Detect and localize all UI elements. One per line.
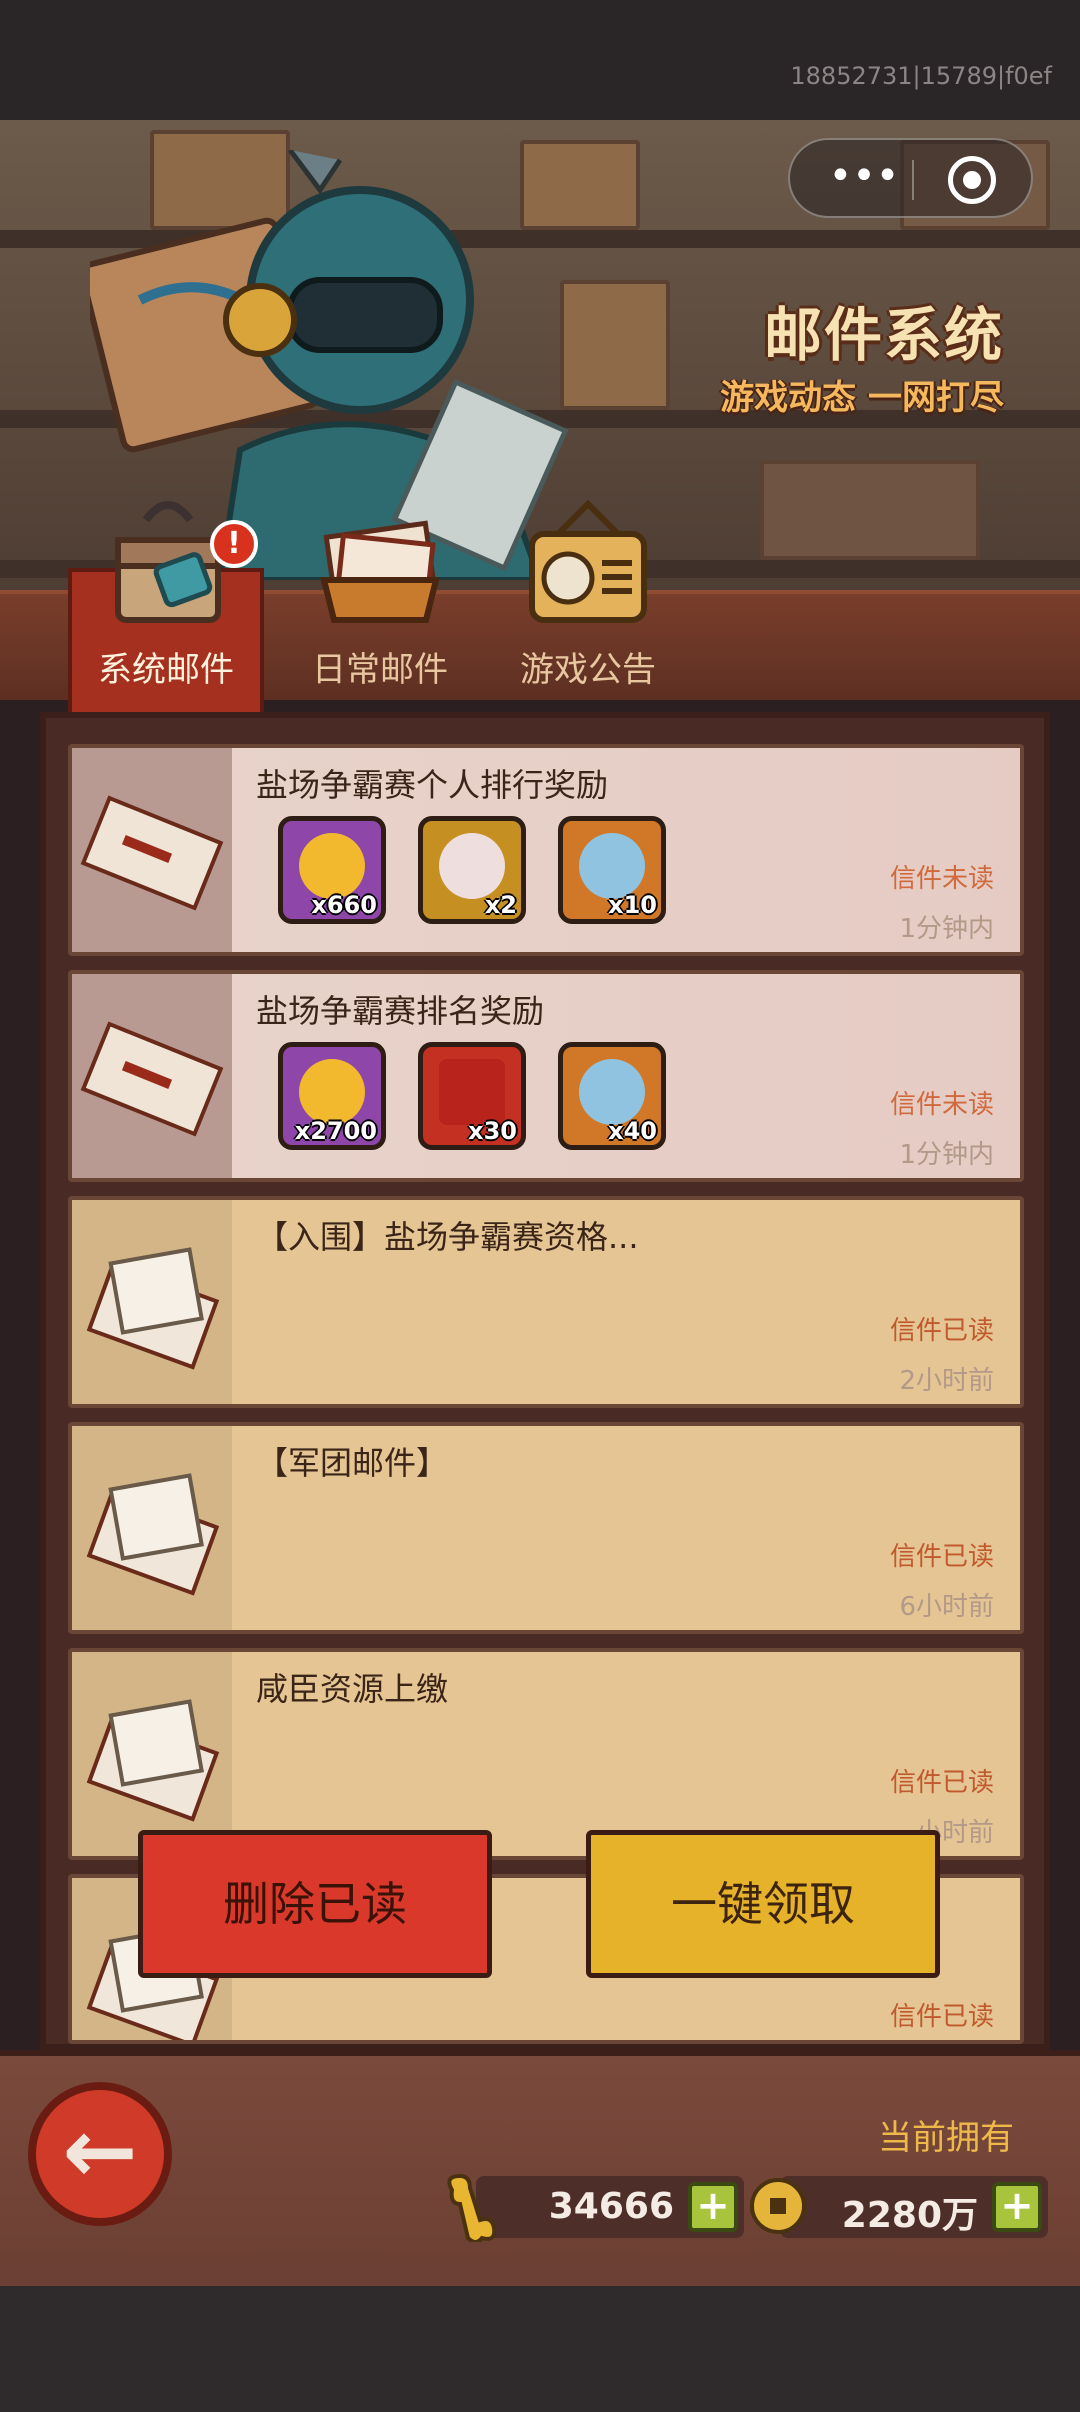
- mail-item[interactable]: 咸臣资源上缴 信件已读 小时前: [68, 1648, 1024, 1860]
- mail-title: 【军团邮件】: [256, 1444, 449, 1482]
- tab-daily-mail[interactable]: 日常邮件: [280, 490, 480, 710]
- reward-item[interactable]: x2700: [278, 1042, 386, 1150]
- mail-status: 信件未读: [889, 864, 994, 894]
- mail-time: 2小时前: [899, 1366, 994, 1396]
- radio-icon: [529, 499, 647, 623]
- status-area: 18852731|15789|f0ef: [0, 0, 1080, 120]
- reward-count: x30: [468, 1117, 517, 1145]
- claim-all-button[interactable]: 一键领取: [586, 1830, 940, 1978]
- reward-count: x2: [484, 891, 517, 919]
- system-footer: [0, 2286, 1080, 2412]
- open-envelope-icon: [72, 1426, 232, 1630]
- mail-time: 1分钟内: [899, 1140, 994, 1170]
- open-envelope-icon: [72, 1652, 232, 1856]
- reward-count: x2700: [294, 1117, 377, 1145]
- red-chest-icon: [439, 1059, 505, 1125]
- mail-title: 【入围】盐场争霸赛资格...: [256, 1218, 639, 1256]
- mail-item[interactable]: 盐场争霸赛排名奖励 x2700 x30 x40 信件未读 1分钟内: [68, 970, 1024, 1182]
- reward-item[interactable]: x40: [558, 1042, 666, 1150]
- mail-status: 信件已读: [889, 2002, 994, 2032]
- reward-count: x660: [311, 891, 377, 919]
- mail-time: 1分钟内: [899, 914, 994, 944]
- capsule-divider: [912, 160, 914, 200]
- tab-game-notice[interactable]: 游戏公告: [488, 490, 688, 710]
- reward-item[interactable]: x2: [418, 816, 526, 924]
- open-envelope-icon: [72, 1200, 232, 1404]
- reward-count: x40: [608, 1117, 657, 1145]
- more-dots-icon[interactable]: •••: [824, 156, 904, 198]
- add-resource-button[interactable]: +: [688, 2182, 738, 2232]
- miniprogram-capsule: •••: [788, 138, 1033, 218]
- mail-status: 信件已读: [889, 1542, 994, 1572]
- resource-value: 34666: [548, 2186, 674, 2227]
- banner-subtitle: 游戏动态 一网打尽: [720, 378, 1004, 418]
- gold-coin-icon: [299, 833, 365, 899]
- reward-item[interactable]: x660: [278, 816, 386, 924]
- mail-title: 盐场争霸赛排名奖励: [256, 992, 545, 1030]
- mail-screen: 18852731|15789|f0ef 邮件系统 游戏动态 一网打尽 ••• 系…: [0, 0, 1080, 2412]
- sealed-envelope-icon: [72, 748, 232, 952]
- mail-title: 咸臣资源上缴: [256, 1670, 449, 1708]
- mail-title: 盐场争霸赛个人排行奖励: [256, 766, 609, 804]
- mailbox-icon: [115, 501, 221, 623]
- mail-item[interactable]: 盐场争霸赛个人排行奖励 x660 x2 x10 信件未读 1分钟内: [68, 744, 1024, 956]
- reward-count: x10: [608, 891, 657, 919]
- pearl-icon: [439, 833, 505, 899]
- bone-icon: [447, 2173, 497, 2242]
- mail-status: 信件已读: [889, 1768, 994, 1798]
- resource-coin: 2280万 +: [750, 2176, 1048, 2238]
- tab-label: 日常邮件: [312, 650, 448, 690]
- delete-read-button[interactable]: 删除已读: [138, 1830, 492, 1978]
- tab-label: 系统邮件: [98, 650, 234, 690]
- mail-item[interactable]: 【军团邮件】 信件已读 6小时前: [68, 1422, 1024, 1634]
- owned-label: 当前拥有: [878, 2118, 1014, 2158]
- target-icon[interactable]: [948, 156, 996, 204]
- parcel-box: [760, 460, 980, 560]
- tab-label: 游戏公告: [520, 650, 656, 690]
- mail-item[interactable]: 【入围】盐场争霸赛资格... 信件已读 2小时前: [68, 1196, 1024, 1408]
- add-resource-button[interactable]: +: [992, 2182, 1042, 2232]
- sealed-envelope-icon: [72, 974, 232, 1178]
- copper-coin-icon: [750, 2178, 806, 2234]
- letter-tray-icon: [320, 520, 440, 623]
- resource-bone: 34666 +: [447, 2173, 744, 2242]
- debug-id: 18852731|15789|f0ef: [790, 62, 1052, 90]
- mail-status: 信件已读: [889, 1316, 994, 1346]
- reward-item[interactable]: x30: [418, 1042, 526, 1150]
- blue-bowl-icon: [579, 1059, 645, 1125]
- blue-bowl-icon: [579, 833, 645, 899]
- alert-badge: !: [210, 520, 258, 568]
- resource-value: 2280万: [841, 2195, 978, 2236]
- banner-title: 邮件系统: [763, 301, 1004, 369]
- reward-item[interactable]: x10: [558, 816, 666, 924]
- mail-time: 6小时前: [899, 1592, 994, 1622]
- back-arrow-icon[interactable]: ←: [28, 2082, 172, 2226]
- gold-coin-icon: [299, 1059, 365, 1125]
- mail-status: 信件未读: [889, 1090, 994, 1120]
